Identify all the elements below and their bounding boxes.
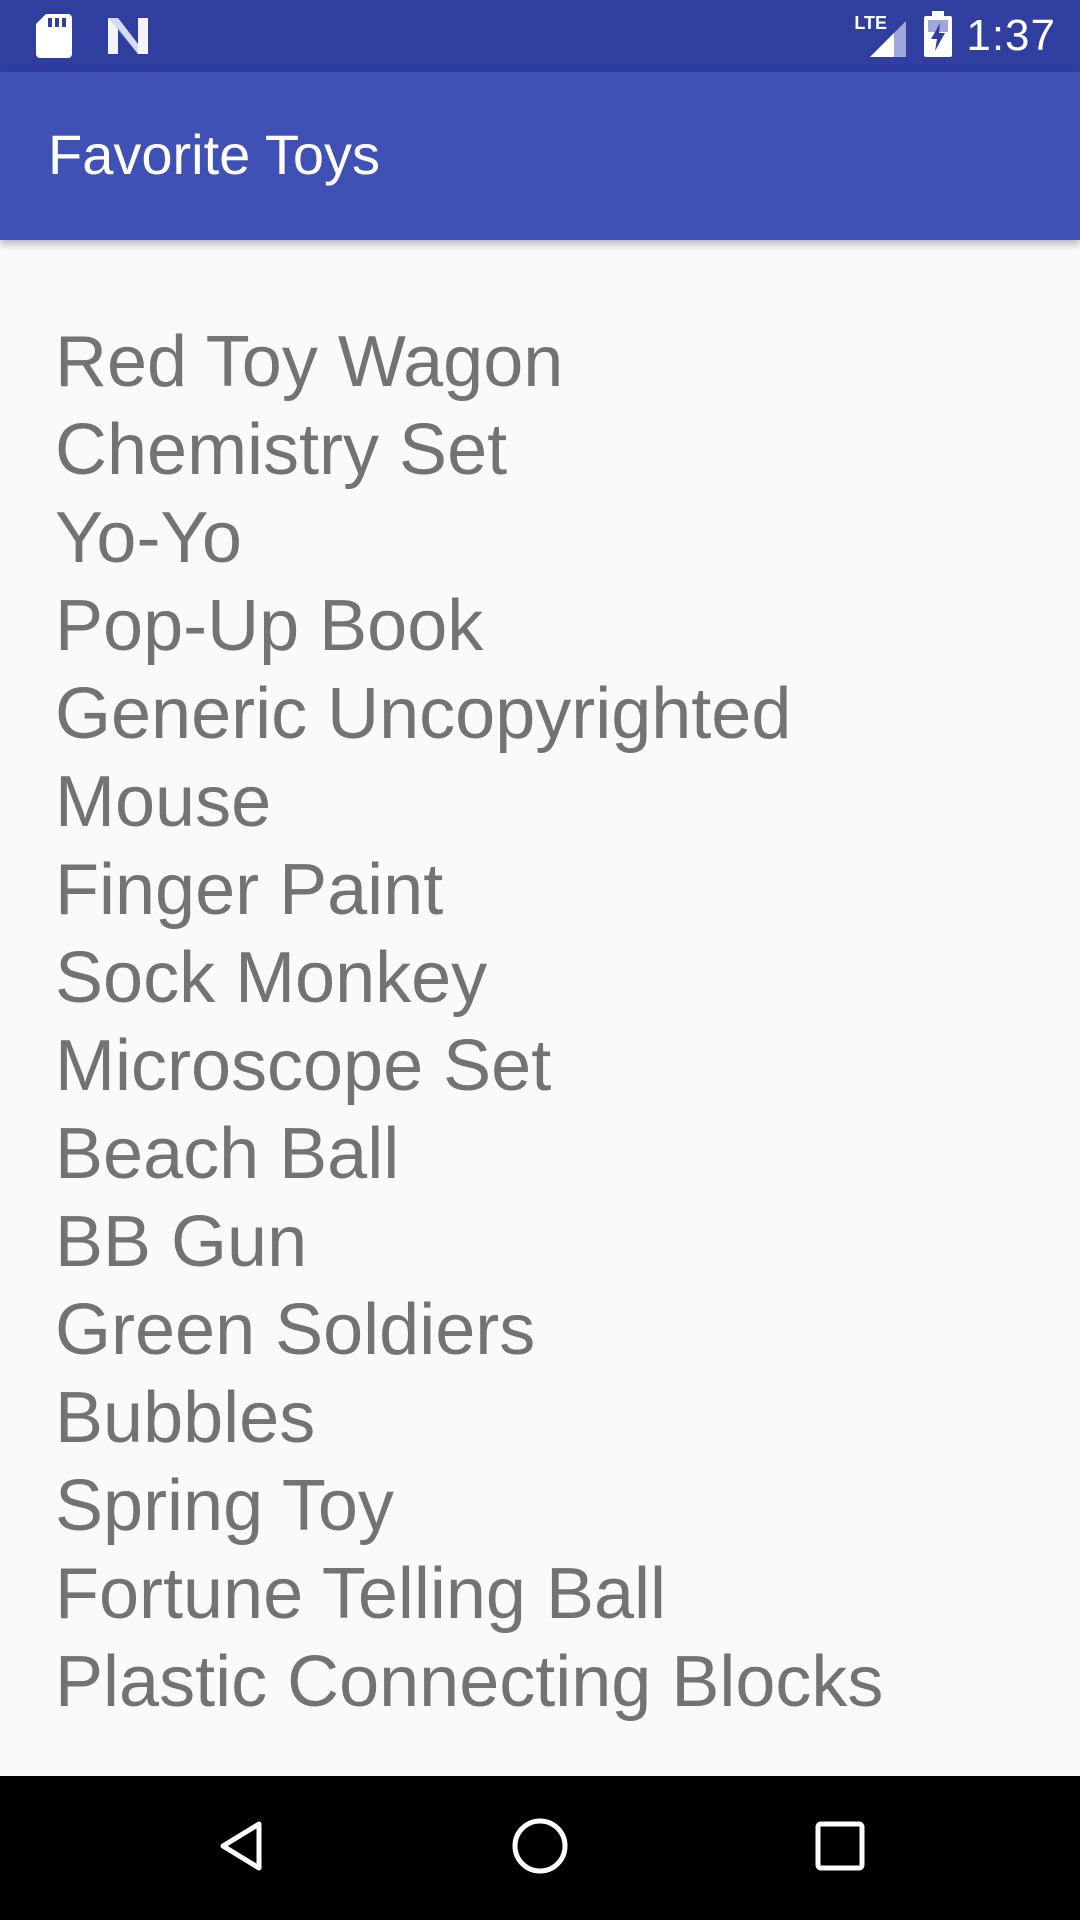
list-item[interactable]: Microscope Set: [55, 1022, 1035, 1110]
notification-n-icon: [106, 16, 150, 61]
navigation-bar: [0, 1776, 1080, 1920]
status-left-icons: [36, 14, 150, 63]
app-title: Favorite Toys: [48, 123, 380, 186]
back-icon: [211, 1816, 271, 1881]
home-button[interactable]: [504, 1812, 576, 1884]
list-item[interactable]: Yo-Yo: [55, 494, 1035, 582]
toy-list: Red Toy Wagon Chemistry Set Yo-Yo Pop-Up…: [55, 318, 1035, 1726]
recent-apps-icon: [810, 1816, 870, 1881]
list-item[interactable]: Spring Toy: [55, 1462, 1035, 1550]
list-item[interactable]: Generic Uncopyrighted Mouse: [55, 670, 875, 846]
list-item[interactable]: Finger Paint: [55, 846, 1035, 934]
list-item[interactable]: Green Soldiers: [55, 1286, 1035, 1374]
list-item[interactable]: Sock Monkey: [55, 934, 1035, 1022]
list-item[interactable]: Plastic Connecting Blocks: [55, 1638, 1035, 1726]
status-time: 1:37: [966, 11, 1056, 60]
list-item[interactable]: Beach Ball: [55, 1110, 1035, 1198]
status-right-icons: LTE 1:37: [854, 10, 1056, 62]
list-item[interactable]: Fortune Telling Ball: [55, 1550, 1035, 1638]
app-bar: Favorite Toys: [0, 72, 1080, 240]
list-item[interactable]: Chemistry Set: [55, 406, 1035, 494]
list-item[interactable]: Bubbles: [55, 1374, 1035, 1462]
lte-signal-icon: LTE: [854, 13, 910, 59]
content-area: Red Toy Wagon Chemistry Set Yo-Yo Pop-Up…: [0, 240, 1080, 1776]
battery-charging-icon: [924, 10, 953, 62]
list-item[interactable]: Red Toy Wagon: [55, 318, 1035, 406]
sd-card-icon: [36, 14, 72, 63]
list-item[interactable]: BB Gun: [55, 1198, 1035, 1286]
status-bar: LTE 1:37: [0, 0, 1080, 72]
recent-apps-button[interactable]: [804, 1812, 876, 1884]
list-item[interactable]: Pop-Up Book: [55, 582, 1035, 670]
back-button[interactable]: [205, 1812, 277, 1884]
home-icon: [510, 1816, 570, 1881]
